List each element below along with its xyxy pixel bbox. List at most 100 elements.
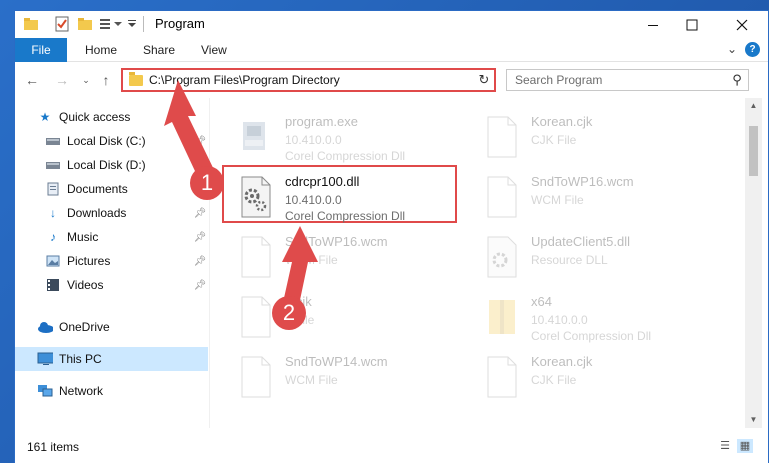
tab-view[interactable]: View xyxy=(193,38,235,62)
title-bar: Program xyxy=(15,11,768,38)
maximize-button[interactable] xyxy=(669,11,715,38)
pin-icon[interactable]: 📌︎ xyxy=(192,136,208,147)
star-icon: ★ xyxy=(39,110,51,124)
tiles-view-icon[interactable]: ▦ xyxy=(737,439,753,453)
file-name: Korean.cjk xyxy=(531,114,593,129)
network-icon xyxy=(37,384,53,398)
sidebar-item-onedrive[interactable]: OneDrive xyxy=(15,315,208,339)
step-2-badge: 2 xyxy=(272,296,306,330)
dll-gear-icon xyxy=(487,236,517,278)
scroll-thumb[interactable] xyxy=(749,126,758,176)
sidebar-item-this-pc[interactable]: This PC xyxy=(15,347,208,371)
file-name: SndToWP16.wcm xyxy=(531,174,634,189)
sidebar-item-label: Pictures xyxy=(67,254,111,268)
file-description: Corel Compression Dll xyxy=(285,149,406,163)
navigation-bar: ← → ⌄ ↑ C:\Program Files\Program Directo… xyxy=(15,62,768,98)
pin-icon[interactable]: 📌︎ xyxy=(192,232,208,243)
folder-zip-icon xyxy=(489,300,515,334)
file-version: 10.410.0.0 xyxy=(531,313,588,327)
documents-icon xyxy=(45,182,61,196)
pane-divider xyxy=(209,98,210,428)
file-tile[interactable]: Korean.cjk CJK File xyxy=(457,352,702,410)
explorer-window: Program File Home Share View ⌄ ? ← → ⌄ ↑… xyxy=(14,10,769,463)
search-input[interactable] xyxy=(507,71,726,89)
vertical-scrollbar[interactable]: ▲ ▼ xyxy=(745,98,762,428)
file-tile[interactable]: ...cjk ...File xyxy=(211,292,456,350)
sidebar-item-videos[interactable]: Videos 📌︎ xyxy=(15,273,208,297)
sidebar-item-network[interactable]: Network xyxy=(15,379,208,403)
computer-icon xyxy=(37,352,53,366)
details-view-icon[interactable]: ☰ xyxy=(717,439,733,453)
dll-gear-icon xyxy=(241,176,271,218)
sidebar-item-label: OneDrive xyxy=(59,320,110,334)
customize-toolbar-icon[interactable] xyxy=(99,16,125,32)
file-tile[interactable]: program.exe 10.410.0.0 Corel Compression… xyxy=(211,112,456,170)
file-tile[interactable]: UpdateClient5.dll Resource DLL xyxy=(457,232,702,290)
pin-icon[interactable]: 📌︎ xyxy=(192,208,208,219)
sidebar-item-label: Quick access xyxy=(59,110,131,124)
file-list: program.exe 10.410.0.0 Corel Compression… xyxy=(211,98,745,428)
scroll-up-icon[interactable]: ▲ xyxy=(745,98,762,114)
address-path: C:\Program Files\Program Directory xyxy=(149,73,340,87)
videos-icon xyxy=(45,278,61,292)
window-title: Program xyxy=(155,16,205,31)
file-tile-cdrcpr100[interactable]: cdrcpr100.dll 10.410.0.0 Corel Compressi… xyxy=(211,172,456,230)
sidebar-item-documents[interactable]: Documents 📌︎ xyxy=(15,177,208,201)
file-type: CJK File xyxy=(531,133,577,147)
tab-share[interactable]: Share xyxy=(135,38,183,62)
back-button[interactable]: ← xyxy=(23,71,41,89)
sidebar-item-label: Local Disk (C:) xyxy=(67,134,146,148)
sidebar-item-quick-access[interactable]: ★ Quick access xyxy=(15,105,208,129)
scroll-down-icon[interactable]: ▼ xyxy=(745,412,762,428)
file-type: CJK File xyxy=(531,373,577,387)
search-icon[interactable]: ⚲ xyxy=(726,72,748,88)
download-icon: ↓ xyxy=(50,206,56,220)
new-folder-icon[interactable] xyxy=(77,16,93,32)
sidebar-item-label: Music xyxy=(67,230,99,244)
address-bar[interactable]: C:\Program Files\Program Directory ⌄ xyxy=(121,68,495,92)
file-name: UpdateClient5.dll xyxy=(531,234,631,249)
file-tile[interactable]: Korean.cjk CJK File xyxy=(457,112,702,170)
sidebar-item-label: Downloads xyxy=(67,206,127,220)
file-icon xyxy=(241,356,271,398)
pin-icon[interactable]: 📌︎ xyxy=(192,256,208,267)
refresh-button[interactable]: ↻ xyxy=(474,68,496,92)
file-icon xyxy=(487,176,517,218)
file-tile[interactable]: SndToWP16.wcm WCM File xyxy=(457,172,702,230)
sidebar-item-local-disk-c[interactable]: Local Disk (C:) 📌︎ xyxy=(15,129,208,153)
navigation-pane: ★ Quick access Local Disk (C:) 📌︎ Local … xyxy=(15,98,208,428)
file-version: 10.410.0.0 xyxy=(285,133,342,147)
pin-icon[interactable]: 📌︎ xyxy=(192,280,208,291)
expand-ribbon-icon[interactable]: ⌄ xyxy=(727,42,737,56)
folder-tile[interactable]: x64 10.410.0.0 Corel Compression Dll xyxy=(457,292,702,350)
sidebar-item-local-disk-d[interactable]: Local Disk (D:) 📌︎ xyxy=(15,153,208,177)
file-version: 10.410.0.0 xyxy=(285,193,342,207)
item-count: 161 items xyxy=(27,440,80,454)
file-tile[interactable]: SndToWP14.wcm WCM File xyxy=(211,352,456,410)
close-button[interactable] xyxy=(719,11,765,38)
tab-file[interactable]: File xyxy=(15,38,67,62)
sidebar-item-pictures[interactable]: Pictures 📌︎ xyxy=(15,249,208,273)
drive-icon xyxy=(45,134,61,148)
file-icon xyxy=(487,116,517,158)
tab-home[interactable]: Home xyxy=(77,38,125,62)
file-tile[interactable]: SndToWP16.wcm WCM File xyxy=(211,232,456,290)
file-type: Resource DLL xyxy=(531,253,608,267)
help-icon[interactable]: ? xyxy=(745,42,760,57)
forward-button[interactable]: → xyxy=(53,71,71,89)
file-name: SndToWP14.wcm xyxy=(285,354,388,369)
ribbon-tabs: File Home Share View ⌄ ? xyxy=(15,38,768,62)
properties-icon[interactable] xyxy=(55,16,69,32)
quick-access-dropdown-icon[interactable] xyxy=(127,16,137,32)
sidebar-item-downloads[interactable]: ↓ Downloads 📌︎ xyxy=(15,201,208,225)
file-name: x64 xyxy=(531,294,552,309)
up-button[interactable]: ↑ xyxy=(97,71,115,89)
file-name: cdrcpr100.dll xyxy=(285,174,360,189)
search-box: ⚲ xyxy=(506,69,749,91)
sidebar-item-label: Documents xyxy=(67,182,128,196)
sidebar-item-music[interactable]: ♪ Music 📌︎ xyxy=(15,225,208,249)
cloud-icon xyxy=(37,320,53,334)
status-bar: 161 items ☰ ▦ xyxy=(15,428,768,463)
recent-locations-icon[interactable]: ⌄ xyxy=(77,71,95,89)
file-icon xyxy=(241,296,271,338)
